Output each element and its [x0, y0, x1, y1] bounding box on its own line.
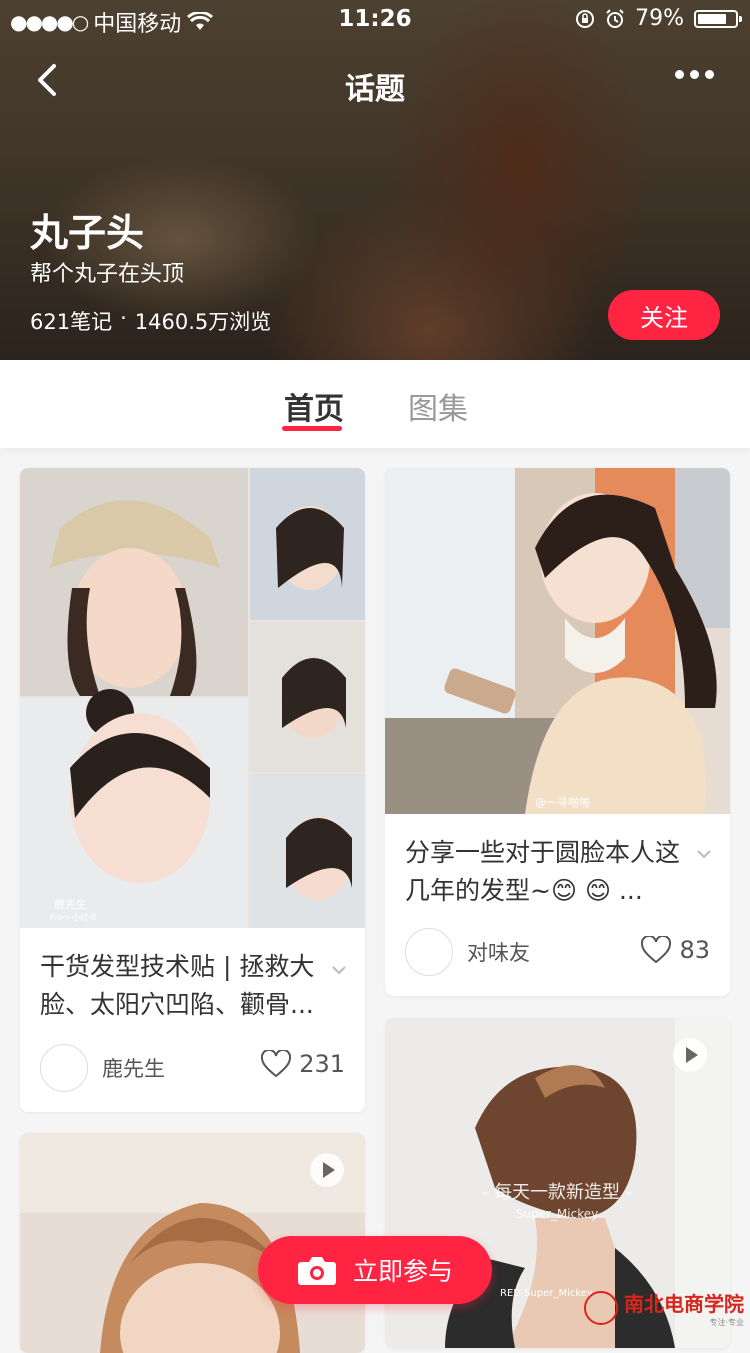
card-image: @一寻啪啪: [385, 468, 730, 814]
nav-title: 话题: [345, 72, 405, 107]
card-author[interactable]: 鹿先生: [40, 1044, 165, 1092]
more-options-icon[interactable]: [675, 70, 714, 79]
girl-ponytail-image: @一寻啪啪: [385, 468, 730, 814]
tab-bar: 首页 图集: [0, 360, 750, 448]
watermark-logo-icon: [584, 1291, 618, 1325]
watermark-tagline: 专注·专业: [709, 1318, 744, 1327]
image-caption-watermark: @一寻啪啪: [535, 795, 590, 809]
battery-icon: [694, 9, 742, 28]
chevron-down-icon[interactable]: [696, 846, 712, 862]
like-button[interactable]: 83: [641, 936, 710, 964]
like-button[interactable]: 231: [261, 1050, 345, 1078]
chevron-down-icon[interactable]: [331, 962, 347, 978]
card-image: 鹿先生 From 小红书: [20, 468, 365, 928]
topic-title: 丸子头: [30, 211, 145, 255]
heart-icon: [261, 1050, 292, 1078]
feed-card[interactable]: @一寻啪啪 分享一些对于圆脸本人这几年的发型~😊 😊 ... 对味友 83: [385, 468, 730, 996]
image-caption-slogan: - 每天一款新造型 -: [482, 1182, 632, 1203]
heart-icon: [641, 936, 672, 964]
hairstyle-collage-image: 鹿先生 From 小红书: [20, 468, 365, 928]
stats-separator: ·: [120, 306, 127, 330]
tab-gallery[interactable]: 图集: [408, 384, 468, 428]
watermark: 南北电商学院 专注·专业: [584, 1288, 744, 1328]
play-icon[interactable]: [310, 1153, 344, 1187]
like-count: 231: [299, 1050, 345, 1078]
card-title: 干货发型技术贴 | 拯救大脸、太阳穴凹陷、颧骨...: [40, 952, 315, 1019]
back-icon[interactable]: [28, 60, 68, 100]
alarm-icon: [606, 8, 624, 28]
author-name: 对味友: [467, 941, 530, 965]
tab-home[interactable]: 首页: [284, 384, 344, 428]
views-count: 1460.5万浏览: [134, 310, 272, 334]
like-count: 83: [679, 936, 710, 964]
join-topic-button[interactable]: 立即参与: [258, 1236, 492, 1304]
camera-icon: [297, 1257, 336, 1285]
active-tab-indicator: [282, 426, 342, 431]
status-bar: ●●●●○ 中国移动 11:26 79%: [0, 0, 750, 40]
image-caption-author: 鹿先生: [54, 897, 87, 911]
battery-percent: 79%: [635, 6, 684, 31]
card-author[interactable]: 对味友: [405, 928, 530, 976]
play-icon[interactable]: [673, 1038, 707, 1072]
avatar[interactable]: [40, 1044, 88, 1092]
join-label: 立即参与: [352, 1257, 453, 1286]
feed-card[interactable]: 鹿先生 From 小红书 干货发型技术贴 | 拯救大脸、太阳穴凹陷、颧骨... …: [20, 468, 365, 1112]
orientation-lock-icon: [576, 9, 595, 28]
author-name: 鹿先生: [102, 1057, 165, 1081]
topic-header: ●●●●○ 中国移动 11:26 79% 话题 丸子头 帮个丸子在头顶 621笔…: [0, 0, 750, 360]
image-caption-brand: RED Super_Mickey: [500, 1288, 593, 1299]
image-caption-source: From 小红书: [50, 912, 96, 922]
watermark-text: 南北电商学院: [624, 1292, 744, 1316]
battery-fill: [698, 13, 727, 24]
notes-count: 621笔记: [30, 310, 113, 334]
follow-button[interactable]: 关注: [608, 290, 720, 340]
topic-stats: 621笔记 · 1460.5万浏览: [30, 306, 271, 336]
card-title: 分享一些对于圆脸本人这几年的发型~😊 😊 ...: [405, 838, 681, 905]
avatar[interactable]: [405, 928, 453, 976]
topic-subtitle: 帮个丸子在头顶: [30, 262, 185, 287]
image-caption-handle: Super_Mickey: [516, 1207, 598, 1221]
